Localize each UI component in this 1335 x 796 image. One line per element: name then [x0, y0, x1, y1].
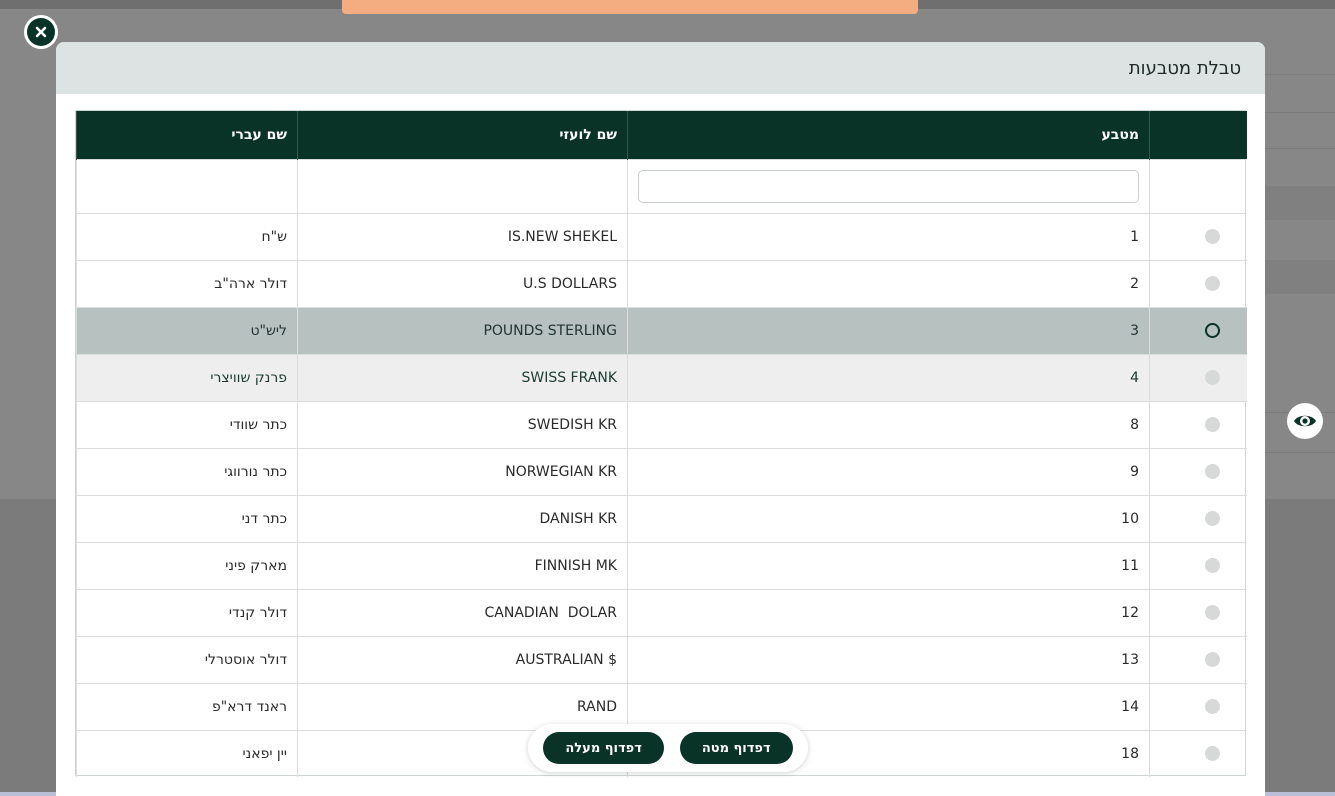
row-select-cell[interactable]	[1149, 682, 1247, 730]
foreign-name-cell: SWEDISH KR	[297, 400, 628, 448]
hebrew-name-cell: דולר ארה"ב	[76, 259, 298, 307]
hebrew-name-cell: ראנד דרא"פ	[76, 682, 298, 730]
radio-icon[interactable]	[1204, 417, 1220, 432]
background-divider	[1265, 148, 1335, 149]
filter-cell	[297, 158, 628, 213]
filter-cell	[1149, 158, 1247, 213]
background-strip	[1265, 186, 1335, 220]
table-row-hover[interactable]: 4 SWISS FRANK פרנק שוויצרי	[76, 353, 1247, 401]
currency-code-cell: 4	[627, 353, 1150, 401]
hebrew-name-cell: כתר נורווגי	[76, 447, 298, 495]
row-select-cell[interactable]	[1149, 635, 1247, 683]
modal-title: טבלת מטבעות	[1128, 57, 1241, 79]
row-select-cell[interactable]	[1149, 259, 1247, 307]
hebrew-name-cell: כתר שוודי	[76, 400, 298, 448]
currency-code-cell: 14	[627, 682, 1150, 730]
hebrew-name-cell: דולר אוסטרלי	[76, 635, 298, 683]
eye-icon	[1294, 415, 1316, 427]
row-select-cell[interactable]	[1149, 400, 1247, 448]
currency-code-cell: 13	[627, 635, 1150, 683]
radio-icon[interactable]	[1204, 746, 1220, 762]
row-select-cell[interactable]	[1149, 212, 1247, 260]
column-header-currency[interactable]: מטבע	[627, 111, 1150, 159]
table-row-selected[interactable]: 3 POUNDS STERLING ליש"ט	[76, 306, 1247, 354]
eye-button[interactable]	[1287, 403, 1323, 439]
radio-icon[interactable]	[1204, 558, 1220, 573]
foreign-name-cell: DANISH KR	[297, 494, 628, 542]
table-header-row: מטבע שם לועזי שם עברי	[76, 111, 1247, 159]
table-row[interactable]: 11 FINNISH MK מארק פיני	[76, 541, 1247, 589]
row-select-cell[interactable]	[1149, 306, 1247, 354]
background-divider	[1265, 112, 1335, 113]
foreign-name-cell: IS.NEW SHEKEL	[297, 212, 628, 260]
filter-cell	[76, 158, 298, 213]
background-strip	[1265, 260, 1335, 294]
currency-code-cell: 8	[627, 400, 1150, 448]
table-row[interactable]: 10 DANISH KR כתר דני	[76, 494, 1247, 542]
foreign-name-cell: FINNISH MK	[297, 541, 628, 589]
hebrew-name-cell: יין יפאני	[76, 729, 298, 777]
foreign-name-cell: U.S DOLLARS	[297, 259, 628, 307]
currency-code-cell: 12	[627, 588, 1150, 636]
currency-table-modal: טבלת מטבעות מטבע שם לועזי שם עברי 1 IS.N…	[56, 42, 1265, 796]
row-select-cell[interactable]	[1149, 447, 1247, 495]
close-circle-icon	[27, 18, 55, 46]
row-select-cell[interactable]	[1149, 353, 1247, 401]
hebrew-name-cell: פרנק שוויצרי	[76, 353, 298, 401]
currency-code-cell: 3	[627, 306, 1150, 354]
modal-header: טבלת מטבעות	[56, 42, 1265, 94]
radio-icon[interactable]	[1204, 370, 1220, 385]
currency-code-cell: 10	[627, 494, 1150, 542]
toast-notification	[342, 0, 918, 14]
hebrew-name-cell: ליש"ט	[76, 306, 298, 354]
currency-table: מטבע שם לועזי שם עברי 1 IS.NEW SHEKEL ש"…	[75, 110, 1247, 777]
radio-icon[interactable]	[1204, 511, 1220, 526]
hebrew-name-cell: דולר קנדי	[76, 588, 298, 636]
filter-row	[76, 158, 1247, 213]
table-row[interactable]: 13 $ AUSTRALIAN דולר אוסטרלי	[76, 635, 1247, 683]
table-row[interactable]: 12 CANADIAN DOLAR דולר קנדי	[76, 588, 1247, 636]
table-row[interactable]: 9 NORWEGIAN KR כתר נורווגי	[76, 447, 1247, 495]
currency-code-cell: 2	[627, 259, 1150, 307]
radio-icon[interactable]	[1204, 605, 1220, 620]
currency-code-cell: 9	[627, 447, 1150, 495]
row-select-cell[interactable]	[1149, 541, 1247, 589]
hebrew-name-cell: מארק פיני	[76, 541, 298, 589]
background-divider	[1265, 74, 1335, 75]
row-select-cell[interactable]	[1149, 729, 1247, 777]
filter-cell	[627, 158, 1150, 213]
column-header-select	[1149, 111, 1247, 159]
currency-code-cell: 11	[627, 541, 1150, 589]
radio-icon[interactable]	[1204, 699, 1220, 714]
pagination-bar: דפדוף מעלה דפדוף מטה	[528, 724, 808, 772]
hebrew-name-cell: כתר דני	[76, 494, 298, 542]
row-select-cell[interactable]	[1149, 588, 1247, 636]
currency-filter-input[interactable]	[638, 169, 1139, 203]
foreign-name-cell: SWISS FRANK	[297, 353, 628, 401]
radio-icon[interactable]	[1204, 464, 1220, 479]
column-header-foreign-name[interactable]: שם לועזי	[297, 111, 628, 159]
table-row[interactable]: 1 IS.NEW SHEKEL ש"ח	[76, 212, 1247, 260]
foreign-name-cell: RAND	[297, 682, 628, 730]
page-up-button[interactable]: דפדוף מעלה	[543, 732, 664, 764]
page-down-button[interactable]: דפדוף מטה	[679, 732, 793, 764]
currency-code-cell: 1	[627, 212, 1150, 260]
foreign-name-cell: POUNDS STERLING	[297, 306, 628, 354]
foreign-name-cell: $ AUSTRALIAN	[297, 635, 628, 683]
radio-icon[interactable]	[1204, 652, 1220, 667]
radio-icon[interactable]	[1204, 323, 1220, 338]
hebrew-name-cell: ש"ח	[76, 212, 298, 260]
row-select-cell[interactable]	[1149, 494, 1247, 542]
radio-icon[interactable]	[1204, 229, 1220, 244]
background-divider	[1265, 452, 1335, 453]
table-row[interactable]: 8 SWEDISH KR כתר שוודי	[76, 400, 1247, 448]
radio-icon[interactable]	[1204, 276, 1220, 291]
close-button[interactable]	[24, 15, 58, 49]
column-header-hebrew-name[interactable]: שם עברי	[76, 111, 298, 159]
foreign-name-cell: NORWEGIAN KR	[297, 447, 628, 495]
table-row[interactable]: 14 RAND ראנד דרא"פ	[76, 682, 1247, 730]
foreign-name-cell: CANADIAN DOLAR	[297, 588, 628, 636]
table-row[interactable]: 2 U.S DOLLARS דולר ארה"ב	[76, 259, 1247, 307]
